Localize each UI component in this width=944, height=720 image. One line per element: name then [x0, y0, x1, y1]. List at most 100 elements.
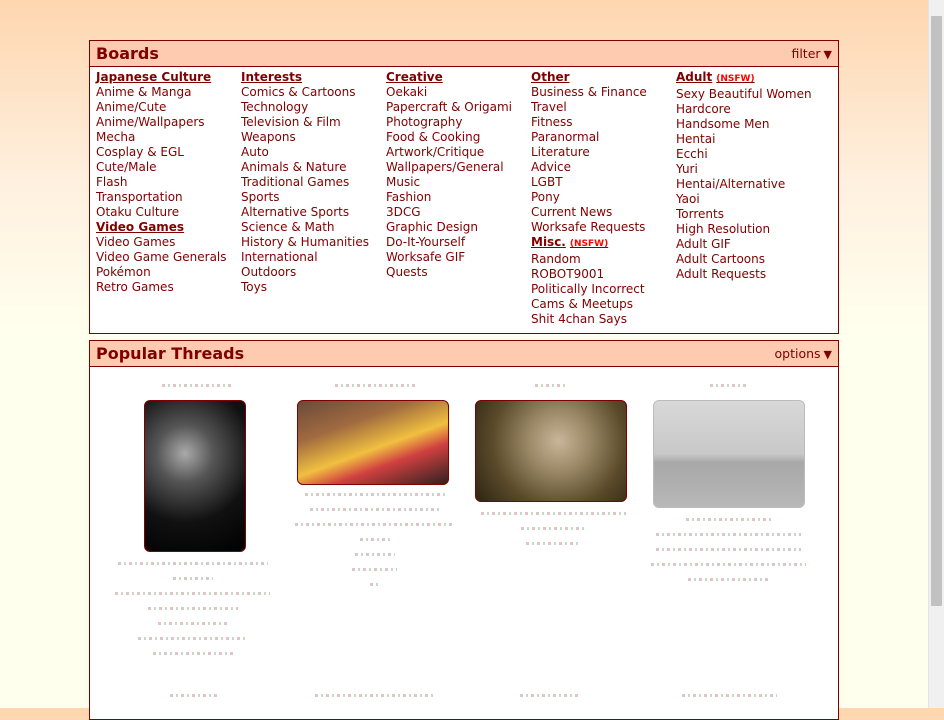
vertical-scrollbar[interactable] — [928, 0, 944, 708]
scrollbar-thumb[interactable] — [931, 16, 942, 606]
board-link[interactable]: Papercraft & Origami — [386, 100, 512, 115]
board-category-heading[interactable]: Adult (NSFW) — [676, 70, 812, 87]
board-category-heading[interactable]: Video Games — [96, 220, 227, 235]
board-link[interactable]: LGBT — [531, 175, 647, 190]
filter-button[interactable]: filter ▼ — [791, 46, 832, 63]
board-link[interactable]: Shit 4chan Says — [531, 312, 647, 327]
board-category-heading[interactable]: Interests — [241, 70, 369, 85]
board-link[interactable]: Outdoors — [241, 265, 369, 280]
board-link[interactable]: Sexy Beautiful Women — [676, 87, 812, 102]
board-category-heading[interactable]: Creative — [386, 70, 512, 85]
board-link[interactable]: Literature — [531, 145, 647, 160]
board-link[interactable]: Adult Cartoons — [676, 252, 812, 267]
board-category-heading[interactable]: Other — [531, 70, 647, 85]
board-link[interactable]: Anime/Wallpapers — [96, 115, 227, 130]
board-category-heading[interactable]: Misc. (NSFW) — [531, 235, 647, 252]
board-link[interactable]: Photography — [386, 115, 512, 130]
board-column: Other Business & Finance Travel Fitness Para… — [531, 70, 647, 327]
board-link[interactable]: Traditional Games — [241, 175, 369, 190]
board-link[interactable]: Business & Finance — [531, 85, 647, 100]
board-link[interactable]: Fashion — [386, 190, 512, 205]
thread-thumbnail[interactable] — [144, 400, 246, 552]
board-column: Japanese Culture Anime & Manga Anime/Cute A… — [96, 70, 227, 295]
board-link[interactable]: Graphic Design — [386, 220, 512, 235]
board-link[interactable]: Current News — [531, 205, 647, 220]
board-link[interactable]: Worksafe GIF — [386, 250, 512, 265]
board-link[interactable]: Hardcore — [676, 102, 812, 117]
board-link[interactable]: Food & Cooking — [386, 130, 512, 145]
thread-thumbnail[interactable] — [475, 400, 627, 502]
board-link[interactable]: Science & Math — [241, 220, 369, 235]
board-link[interactable]: Advice — [531, 160, 647, 175]
board-link[interactable]: High Resolution — [676, 222, 812, 237]
board-link[interactable]: Video Games — [96, 235, 227, 250]
board-link[interactable]: Transportation — [96, 190, 227, 205]
board-link[interactable]: Handsome Men — [676, 117, 812, 132]
board-link[interactable]: Animals & Nature — [241, 160, 369, 175]
board-category-label: Misc. — [531, 235, 566, 249]
thread-teaser — [648, 518, 808, 593]
board-link[interactable]: Television & Film — [241, 115, 369, 130]
board-link[interactable]: Wallpapers/General — [386, 160, 512, 175]
board-link[interactable]: Cams & Meetups — [531, 297, 647, 312]
board-link[interactable]: Random — [531, 252, 647, 267]
board-link[interactable]: Sports — [241, 190, 369, 205]
thread-teaser — [478, 512, 628, 557]
board-link[interactable]: Quests — [386, 265, 512, 280]
board-link[interactable]: Yuri — [676, 162, 812, 177]
board-link[interactable]: Politically Incorrect — [531, 282, 647, 297]
board-link[interactable]: Do-It-Yourself — [386, 235, 512, 250]
board-link[interactable]: ROBOT9001 — [531, 267, 647, 282]
board-link[interactable]: Hentai/Alternative — [676, 177, 812, 192]
thread-thumbnail[interactable] — [297, 400, 449, 485]
board-link[interactable]: Music — [386, 175, 512, 190]
board-link[interactable]: Alternative Sports — [241, 205, 369, 220]
board-category-label: Video Games — [96, 220, 185, 234]
thread-board-label — [682, 694, 777, 709]
board-link[interactable]: Hentai — [676, 132, 812, 147]
board-link[interactable]: Travel — [531, 100, 647, 115]
board-category-label: Japanese Culture — [96, 70, 212, 84]
board-link[interactable]: Toys — [241, 280, 369, 295]
thread-board-label — [520, 694, 580, 709]
options-button[interactable]: options ▼ — [774, 346, 832, 363]
board-link[interactable]: 3DCG — [386, 205, 512, 220]
board-link[interactable]: Retro Games — [96, 280, 227, 295]
threads-header: Popular Threads options ▼ — [90, 341, 838, 367]
threads-title: Popular Threads — [96, 344, 245, 363]
thread-thumbnail[interactable] — [653, 400, 805, 508]
board-category-heading[interactable]: Japanese Culture — [96, 70, 227, 85]
board-link[interactable]: Yaoi — [676, 192, 812, 207]
board-link[interactable]: Technology — [241, 100, 369, 115]
board-link[interactable]: History & Humanities — [241, 235, 369, 250]
options-label: options — [774, 346, 821, 361]
thread-teaser — [292, 493, 457, 598]
board-link[interactable]: Adult GIF — [676, 237, 812, 252]
board-link[interactable]: Mecha — [96, 130, 227, 145]
board-link[interactable]: Cosplay & EGL — [96, 145, 227, 160]
board-link[interactable]: International — [241, 250, 369, 265]
board-link[interactable]: Pony — [531, 190, 647, 205]
thread-board-label — [335, 384, 415, 399]
board-link[interactable]: Anime & Manga — [96, 85, 227, 100]
board-link[interactable]: Auto — [241, 145, 369, 160]
filter-label: filter — [791, 46, 821, 61]
board-link[interactable]: Artwork/Critique — [386, 145, 512, 160]
board-category-label: Interests — [241, 70, 302, 84]
board-link[interactable]: Fitness — [531, 115, 647, 130]
board-link[interactable]: Weapons — [241, 130, 369, 145]
board-link[interactable]: Cute/Male — [96, 160, 227, 175]
board-link[interactable]: Worksafe Requests — [531, 220, 647, 235]
board-link[interactable]: Adult Requests — [676, 267, 812, 282]
board-link[interactable]: Comics & Cartoons — [241, 85, 369, 100]
board-link[interactable]: Torrents — [676, 207, 812, 222]
board-link[interactable]: Flash — [96, 175, 227, 190]
thread-board-label — [710, 384, 746, 399]
board-link[interactable]: Video Game Generals — [96, 250, 227, 265]
board-link[interactable]: Pokémon — [96, 265, 227, 280]
board-link[interactable]: Anime/Cute — [96, 100, 227, 115]
board-link[interactable]: Otaku Culture — [96, 205, 227, 220]
board-link[interactable]: Paranormal — [531, 130, 647, 145]
board-link[interactable]: Oekaki — [386, 85, 512, 100]
board-link[interactable]: Ecchi — [676, 147, 812, 162]
